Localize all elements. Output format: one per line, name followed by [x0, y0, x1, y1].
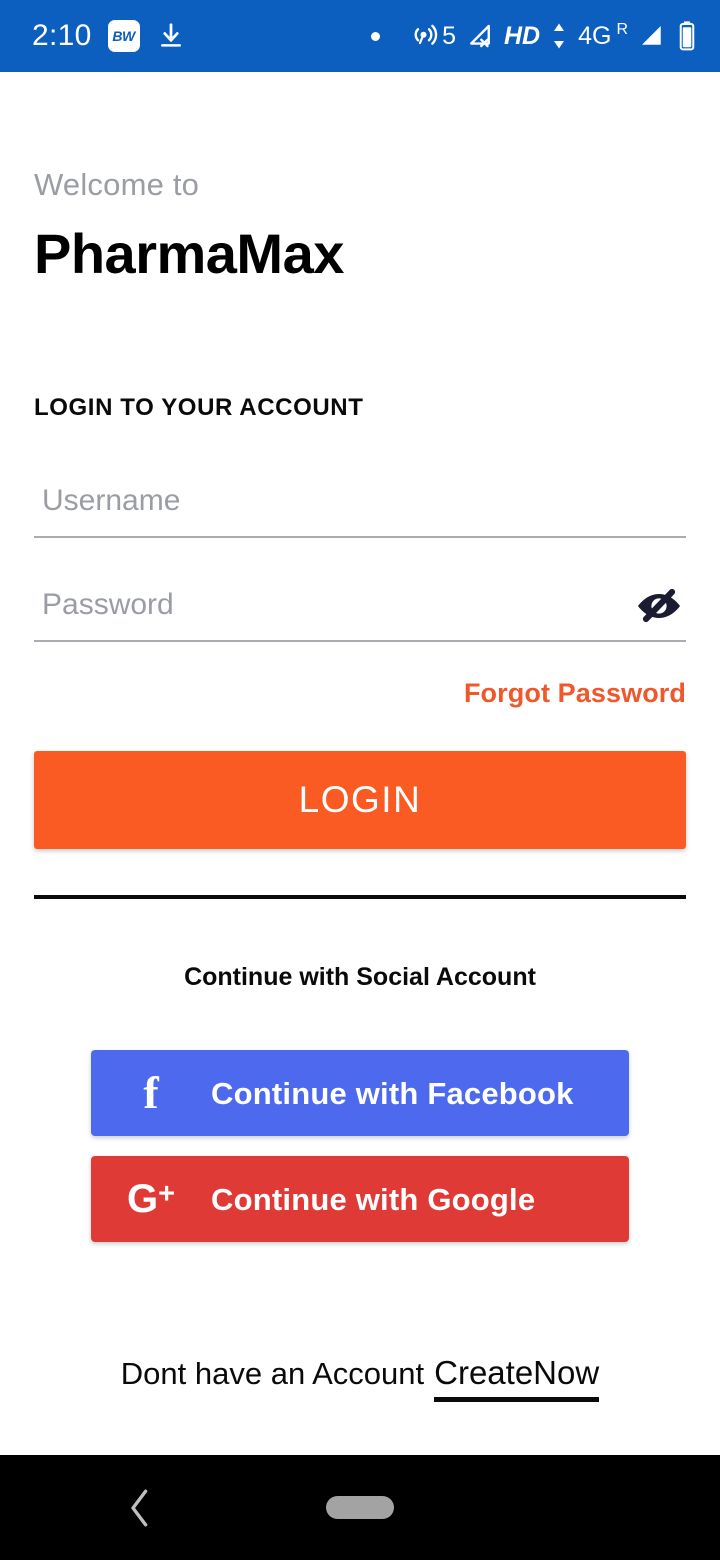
- eye-off-icon[interactable]: [632, 583, 686, 629]
- social-section-heading: Continue with Social Account: [184, 963, 536, 992]
- login-section-heading: LOGIN TO YOUR ACCOUNT: [34, 394, 364, 422]
- hd-label: HD: [503, 21, 541, 50]
- section-divider: [34, 895, 686, 900]
- facebook-icon: f: [91, 1070, 211, 1116]
- password-input[interactable]: [34, 588, 632, 633]
- data-transfer-arrows-icon: [549, 21, 569, 51]
- create-now-link[interactable]: CreateNow: [434, 1356, 600, 1402]
- system-navigation-bar: [0, 1455, 720, 1560]
- welcome-label: Welcome to: [34, 167, 200, 202]
- no-account-text: Dont have an Account: [120, 1356, 425, 1391]
- status-bar-right: 5 HD 4G R: [371, 20, 698, 52]
- status-bar-left: 2:10 BW: [32, 20, 186, 52]
- welcome-block: Welcome to PharmaMax: [34, 72, 686, 286]
- home-pill-indicator[interactable]: [326, 1496, 394, 1519]
- hotspot-count-label: 5: [442, 21, 456, 50]
- main-content: Welcome to PharmaMax LOGIN TO YOUR ACCOU…: [0, 72, 720, 1455]
- battery-icon: [676, 20, 698, 52]
- app-notification-badge-icon: BW: [107, 20, 140, 52]
- google-plus-sign: +: [158, 1178, 176, 1211]
- continue-with-facebook-button[interactable]: f Continue with Facebook: [91, 1050, 629, 1137]
- google-plus-icon: G +: [91, 1179, 211, 1219]
- password-field[interactable]: [34, 580, 686, 643]
- back-chevron-icon[interactable]: [112, 1480, 168, 1536]
- create-account-row: Dont have an Account CreateNow: [0, 1356, 720, 1402]
- status-bar: 2:10 BW 5 HD 4G R: [0, 0, 720, 72]
- login-button[interactable]: LOGIN: [34, 751, 686, 850]
- facebook-f-glyph: f: [143, 1067, 159, 1119]
- login-screen: 2:10 BW 5 HD 4G R Welcome to PharmaMax L…: [0, 0, 720, 1560]
- app-notification-badge-label: BW: [112, 28, 135, 44]
- status-bar-clock: 2:10: [32, 19, 92, 52]
- google-button-label: Continue with Google: [211, 1181, 536, 1217]
- continue-with-google-button[interactable]: G + Continue with Google: [91, 1156, 629, 1243]
- google-g-letter: G: [126, 1177, 159, 1222]
- facebook-button-label: Continue with Facebook: [211, 1075, 574, 1111]
- forgot-password-link[interactable]: Forgot Password: [34, 680, 686, 707]
- app-name-title: PharmaMax: [34, 222, 344, 286]
- notification-dot-icon: [371, 31, 381, 41]
- username-input[interactable]: [34, 484, 686, 529]
- network-type-label: 4G: [578, 21, 612, 50]
- signal-bars-icon: [637, 21, 667, 51]
- signal-off-icon: [465, 21, 495, 51]
- roaming-label: R: [616, 21, 628, 38]
- hotspot-icon: 5: [411, 21, 456, 51]
- google-g-glyph: G +: [127, 1179, 175, 1219]
- username-field[interactable]: [34, 476, 686, 539]
- download-icon: [156, 21, 186, 51]
